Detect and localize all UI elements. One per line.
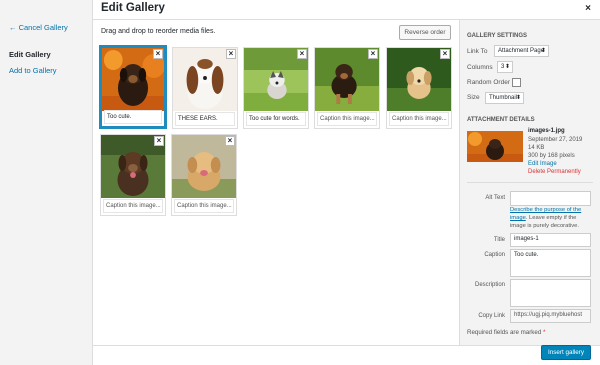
size-select[interactable]: Thumbnail ⬍ [485,92,524,104]
divider [467,182,593,183]
page-title: Edit Gallery [101,2,165,14]
select-arrows-icon: ⬍ [540,48,546,54]
random-order-checkbox[interactable] [512,78,521,87]
caption-field[interactable]: Caption this image... [103,199,163,213]
required-fields-note: Required fields are marked * [467,329,545,336]
media-menu: ← Cancel Gallery Edit Gallery Add to Gal… [0,0,93,365]
caption-field[interactable]: Caption this image... [317,112,377,126]
attachment-preview-image [467,131,523,162]
remove-icon[interactable]: × [368,49,378,59]
columns-select[interactable]: 3 ⬍ [497,61,513,73]
random-order-label: Random Order [467,79,510,86]
size-value: Thumbnail [489,95,518,101]
columns-value: 3 [501,64,505,70]
gallery-item[interactable]: × Caption this image... [100,134,166,216]
gallery-item[interactable]: × Too cute for words. [243,47,309,129]
reorder-hint: Drag and drop to reorder media files. [101,28,216,35]
alt-text-input[interactable] [510,191,591,206]
description-textarea[interactable] [510,279,591,307]
insert-gallery-button[interactable]: Insert gallery [541,345,591,360]
attachment-date: September 27, 2019 [528,137,583,143]
gallery-item[interactable]: × Caption this image... [314,47,380,129]
delete-permanently-link[interactable]: Delete Permanently [528,169,581,175]
cancel-gallery-link[interactable]: ← Cancel Gallery [9,23,68,32]
copy-link-input[interactable]: https://ugj.piq.mybluehost [510,309,591,323]
required-star: * [543,329,546,336]
edit-image-link[interactable]: Edit Image [528,161,557,167]
caption-field[interactable]: Caption this image... [174,199,234,213]
attachment-details-heading: ATTACHMENT DETAILS [467,117,535,123]
caption-field[interactable]: THESE EARS. [175,112,235,126]
remove-icon[interactable]: × [226,49,236,59]
reverse-order-button[interactable]: Reverse order [399,25,451,40]
required-note-text: Required fields are marked [467,329,542,336]
select-arrows-icon: ⬍ [515,95,521,101]
remove-icon[interactable]: × [153,49,163,59]
attachment-filesize: 14 KB [528,145,545,151]
bottom-toolbar [93,345,600,365]
gallery-item[interactable]: × THESE EARS. [172,47,238,129]
gallery-item[interactable]: × Too cute. [100,46,166,128]
columns-label: Columns [467,64,493,71]
copy-link-label: Copy Link [478,313,505,319]
remove-icon[interactable]: × [297,49,307,59]
attachment-filename: images-1.jpg [528,128,565,134]
caption-textarea[interactable]: Too cute. [510,249,591,277]
gallery-item[interactable]: × Caption this image... [171,134,237,216]
caption-label: Caption [484,252,505,258]
select-arrows-icon: ⬍ [504,64,510,70]
link-to-select[interactable]: Attachment Page ⬍ [494,45,549,57]
remove-icon[interactable]: × [225,136,235,146]
modal-title-bar: Edit Gallery × [93,0,600,20]
title-input[interactable]: images-1 [510,233,591,247]
settings-sidebar: GALLERY SETTINGS Link To Attachment Page… [459,20,600,345]
gallery-settings-heading: GALLERY SETTINGS [467,33,528,39]
caption-field[interactable]: Too cute for words. [246,112,306,126]
alt-text-description: Describe the purpose of the image. Leave… [510,206,592,230]
description-label: Description [474,282,505,288]
remove-icon[interactable]: × [440,49,450,59]
close-icon[interactable]: × [585,3,591,14]
caption-field[interactable]: Too cute. [104,110,162,124]
link-to-label: Link To [467,48,488,55]
remove-icon[interactable]: × [154,136,164,146]
menu-item-add-to-gallery[interactable]: Add to Gallery [9,66,57,75]
attachment-dimensions: 300 by 168 pixels [528,153,575,159]
menu-item-edit-gallery[interactable]: Edit Gallery [9,50,51,59]
link-to-value: Attachment Page [498,48,545,54]
caption-field[interactable]: Caption this image... [389,112,449,126]
title-label: Title [493,237,505,243]
alt-text-label: Alt Text [485,195,505,201]
gallery-item[interactable]: × Caption this image... [386,47,452,129]
size-label: Size [467,94,480,101]
